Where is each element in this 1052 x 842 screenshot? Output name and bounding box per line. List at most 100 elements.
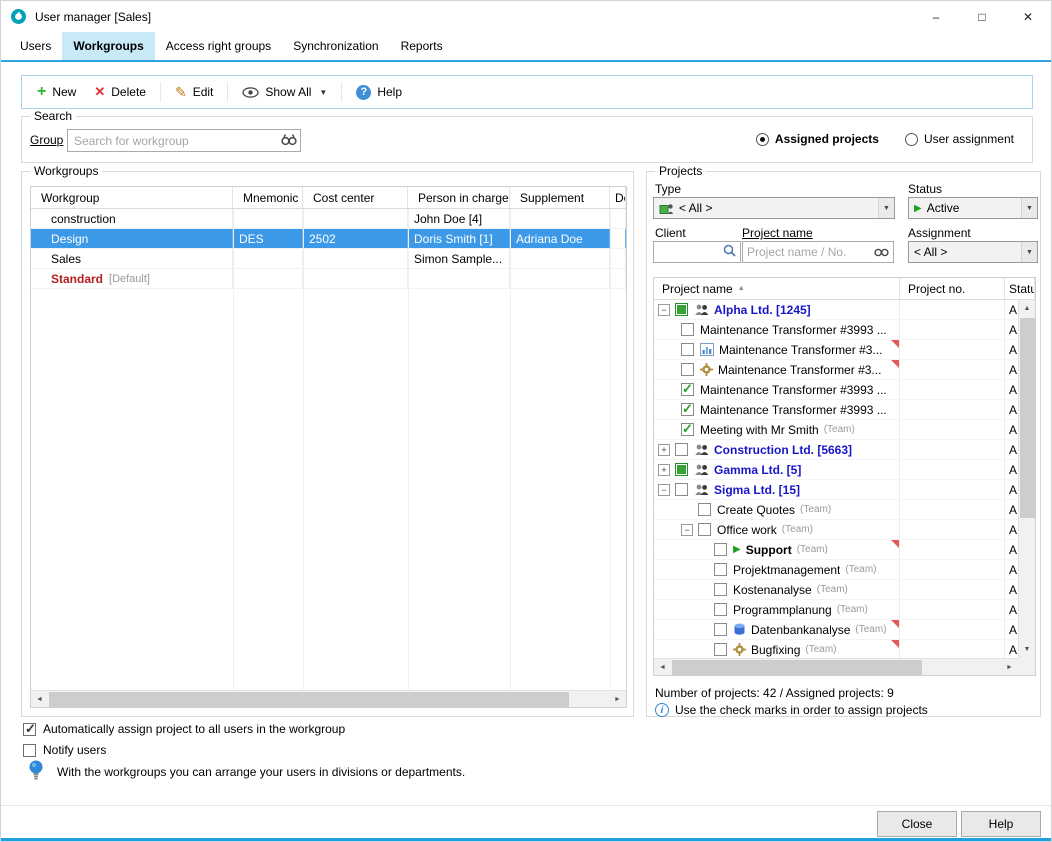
project-row[interactable]: Maintenance Transformer #3993 ... A bbox=[654, 400, 1035, 420]
chevron-down-icon[interactable]: ▼ bbox=[878, 198, 894, 218]
chevron-down-icon[interactable]: ▼ bbox=[319, 88, 327, 97]
workgroups-hscrollbar[interactable]: ◄ ► bbox=[31, 690, 626, 707]
auto-assign-checkbox[interactable] bbox=[23, 723, 36, 736]
project-row[interactable]: Meeting with Mr Smith (Team) A bbox=[654, 420, 1035, 440]
help-toolbar-button[interactable]: ? Help bbox=[349, 81, 409, 104]
project-row[interactable]: Maintenance Transformer #3... A bbox=[654, 360, 1035, 380]
vscroll-thumb[interactable] bbox=[1020, 318, 1035, 518]
delete-button[interactable]: ✕ Delete bbox=[87, 80, 153, 104]
project-checkbox[interactable] bbox=[675, 483, 688, 496]
project-row[interactable]: − Office work (Team) A bbox=[654, 520, 1035, 540]
workgroup-row-design[interactable]: Design DES 2502 Doris Smith [1] Adriana … bbox=[31, 229, 626, 249]
project-row[interactable]: Datenbankanalyse (Team) A bbox=[654, 620, 1035, 640]
scroll-left-icon[interactable]: ◄ bbox=[31, 691, 48, 708]
project-row[interactable]: Maintenance Transformer #3993 ... A bbox=[654, 320, 1035, 340]
project-checkbox[interactable] bbox=[681, 423, 694, 436]
scroll-up-icon[interactable]: ▲ bbox=[1019, 300, 1036, 317]
col-cost-center[interactable]: Cost center bbox=[303, 187, 408, 208]
project-checkbox[interactable] bbox=[675, 303, 688, 316]
minimize-button[interactable]: – bbox=[913, 1, 959, 32]
notify-users-option[interactable]: Notify users bbox=[23, 743, 106, 757]
close-window-button[interactable]: ✕ bbox=[1005, 1, 1051, 32]
collapse-icon[interactable]: − bbox=[658, 304, 670, 316]
col-project-no[interactable]: Project no. bbox=[900, 278, 1005, 299]
assignment-dropdown[interactable]: < All > ▼ bbox=[908, 241, 1038, 263]
project-row[interactable]: Maintenance Transformer #3... A bbox=[654, 340, 1035, 360]
col-description[interactable]: Des bbox=[610, 187, 626, 208]
project-checkbox[interactable] bbox=[698, 503, 711, 516]
user-assignment-radio[interactable]: User assignment bbox=[905, 132, 1014, 146]
hscroll-thumb[interactable] bbox=[672, 660, 922, 675]
workgroup-row-sales[interactable]: Sales Simon Sample... bbox=[31, 249, 626, 269]
project-checkbox[interactable] bbox=[681, 323, 694, 336]
collapse-icon[interactable]: − bbox=[681, 524, 693, 536]
radio-unselected-icon[interactable] bbox=[905, 133, 918, 146]
scroll-down-icon[interactable]: ▼ bbox=[1019, 641, 1036, 658]
status-dropdown[interactable]: ▶ Active ▼ bbox=[908, 197, 1038, 219]
type-dropdown[interactable]: < All > ▼ bbox=[653, 197, 895, 219]
project-row-company[interactable]: + Gamma Ltd. [5] A bbox=[654, 460, 1035, 480]
radio-selected-icon[interactable] bbox=[756, 133, 769, 146]
tab-users[interactable]: Users bbox=[9, 32, 62, 60]
project-row[interactable]: Bugfixing (Team) A bbox=[654, 640, 1035, 660]
projects-vscrollbar[interactable]: ▲ ▼ bbox=[1018, 300, 1035, 658]
client-search-field[interactable] bbox=[653, 241, 741, 263]
workgroup-row-construction[interactable]: construction John Doe [4] bbox=[31, 209, 626, 229]
assigned-projects-radio[interactable]: Assigned projects bbox=[756, 132, 879, 146]
col-status[interactable]: Status bbox=[1005, 278, 1035, 299]
project-checkbox[interactable] bbox=[681, 383, 694, 396]
project-row[interactable]: Maintenance Transformer #3993 ... A bbox=[654, 380, 1035, 400]
magnifier-icon[interactable] bbox=[723, 244, 736, 260]
scroll-right-icon[interactable]: ► bbox=[609, 691, 626, 708]
project-row-company[interactable]: + Construction Ltd. [5663] A bbox=[654, 440, 1035, 460]
close-button[interactable]: Close bbox=[877, 811, 957, 837]
project-name-field[interactable] bbox=[742, 241, 894, 263]
project-checkbox[interactable] bbox=[681, 363, 694, 376]
col-workgroup[interactable]: Workgroup bbox=[31, 187, 233, 208]
project-row[interactable]: Kostenanalyse (Team) A bbox=[654, 580, 1035, 600]
project-checkbox[interactable] bbox=[714, 623, 727, 636]
project-row[interactable]: Projektmanagement (Team) A bbox=[654, 560, 1035, 580]
project-row-company[interactable]: − Sigma Ltd. [15] A bbox=[654, 480, 1035, 500]
project-checkbox[interactable] bbox=[714, 643, 727, 656]
project-name-input[interactable] bbox=[743, 242, 870, 262]
scroll-right-icon[interactable]: ► bbox=[1001, 659, 1018, 676]
project-row[interactable]: Create Quotes (Team) A bbox=[654, 500, 1035, 520]
project-checkbox[interactable] bbox=[714, 563, 727, 576]
tab-access-right-groups[interactable]: Access right groups bbox=[155, 32, 282, 60]
maximize-button[interactable]: □ bbox=[959, 1, 1005, 32]
project-checkbox[interactable] bbox=[675, 443, 688, 456]
project-checkbox[interactable] bbox=[698, 523, 711, 536]
workgroup-row-standard[interactable]: Standard [Default] bbox=[31, 269, 626, 289]
edit-button[interactable]: ✎ Edit bbox=[168, 80, 220, 105]
project-checkbox[interactable] bbox=[675, 463, 688, 476]
tab-reports[interactable]: Reports bbox=[390, 32, 454, 60]
col-supplement[interactable]: Supplement bbox=[510, 187, 610, 208]
new-button[interactable]: + New bbox=[30, 81, 83, 103]
auto-assign-option[interactable]: Automatically assign project to all user… bbox=[23, 722, 345, 736]
project-checkbox[interactable] bbox=[714, 583, 727, 596]
tab-workgroups[interactable]: Workgroups bbox=[62, 32, 154, 60]
project-checkbox[interactable] bbox=[714, 543, 727, 556]
tab-synchronization[interactable]: Synchronization bbox=[282, 32, 389, 60]
hscroll-thumb[interactable] bbox=[49, 692, 569, 707]
project-checkbox[interactable] bbox=[681, 343, 694, 356]
scroll-left-icon[interactable]: ◄ bbox=[654, 659, 671, 676]
expand-icon[interactable]: + bbox=[658, 444, 670, 456]
col-mnemonic[interactable]: Mnemonic bbox=[233, 187, 303, 208]
show-all-button[interactable]: Show All ▼ bbox=[235, 81, 334, 103]
workgroup-search-input[interactable] bbox=[67, 129, 301, 152]
chevron-down-icon[interactable]: ▼ bbox=[1021, 198, 1037, 218]
project-row-company[interactable]: − Alpha Ltd. [1245] A bbox=[654, 300, 1035, 320]
chevron-down-icon[interactable]: ▼ bbox=[1021, 242, 1037, 262]
project-checkbox[interactable] bbox=[714, 603, 727, 616]
client-input[interactable] bbox=[654, 242, 719, 262]
help-button[interactable]: Help bbox=[961, 811, 1041, 837]
expand-icon[interactable]: + bbox=[658, 464, 670, 476]
col-project-name[interactable]: Project name ▲ bbox=[654, 278, 900, 299]
project-checkbox[interactable] bbox=[681, 403, 694, 416]
project-row[interactable]: ▶ Support (Team) A bbox=[654, 540, 1035, 560]
collapse-icon[interactable]: − bbox=[658, 484, 670, 496]
notify-users-checkbox[interactable] bbox=[23, 744, 36, 757]
col-person-in-charge[interactable]: Person in charge bbox=[408, 187, 510, 208]
